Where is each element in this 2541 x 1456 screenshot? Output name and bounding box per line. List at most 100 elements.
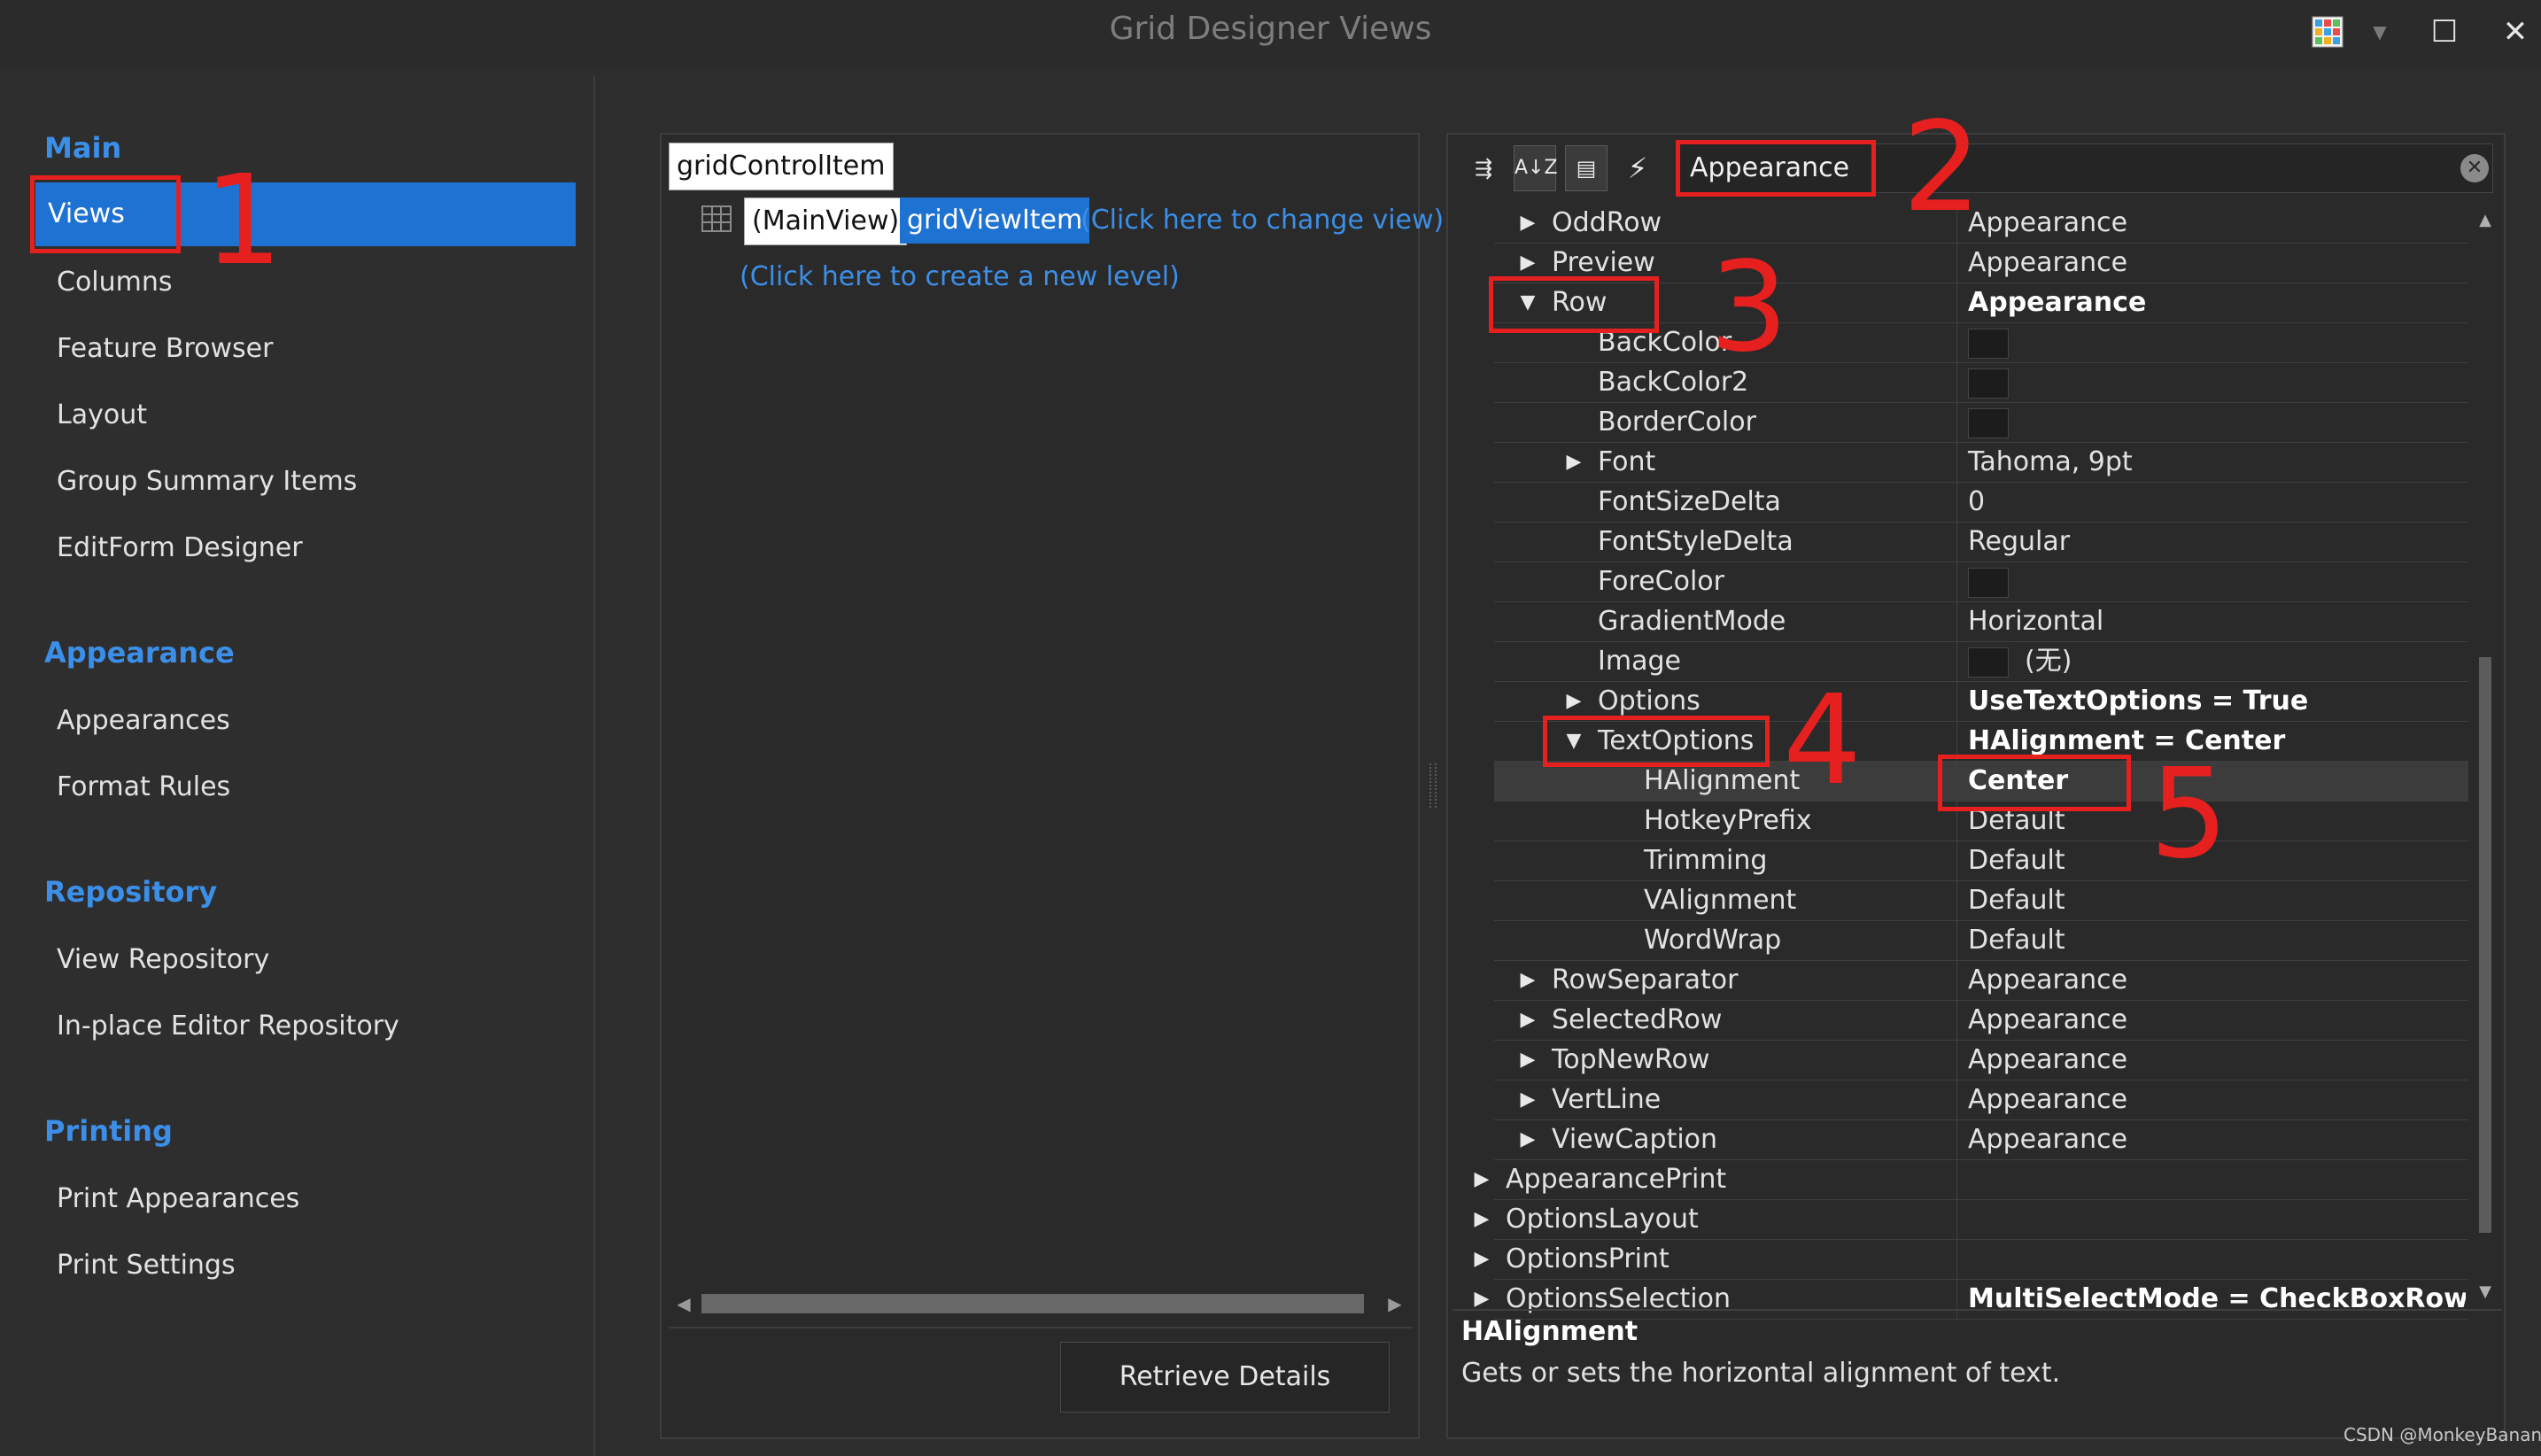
property-value[interactable]: Default <box>1956 881 2466 921</box>
property-value[interactable] <box>1956 1240 2466 1280</box>
property-row[interactable]: ▶ ViewCaption Appearance <box>1494 1120 2468 1160</box>
property-row[interactable]: ▶ TopNewRow Appearance <box>1494 1041 2468 1080</box>
splitter-grip[interactable] <box>1429 763 1437 808</box>
scroll-right-icon[interactable]: ▶ <box>1384 1289 1406 1319</box>
sidebar-item-print-settings[interactable]: Print Settings <box>44 1234 549 1297</box>
property-value[interactable]: Horizontal <box>1956 602 2466 642</box>
property-pages-icon[interactable]: ▤ <box>1565 145 1607 191</box>
scroll-up-icon[interactable]: ▲ <box>2475 209 2495 232</box>
tree-root-node[interactable]: gridControlItem <box>669 143 894 190</box>
sidebar-item-layout[interactable]: Layout <box>44 383 549 447</box>
property-row[interactable]: FontStyleDelta Regular <box>1494 523 2468 562</box>
expand-arrow-icon[interactable]: ▶ <box>1515 1041 1541 1080</box>
maximize-button[interactable]: ☐ <box>2422 12 2467 51</box>
sidebar-item-group-summary-items[interactable]: Group Summary Items <box>44 450 549 514</box>
property-name: OptionsLayout <box>1506 1204 1699 1235</box>
property-value[interactable] <box>1956 323 2466 363</box>
property-row[interactable]: Trimming Default <box>1494 841 2468 881</box>
sort-alphabetical-icon[interactable]: A↓Z <box>1514 145 1558 191</box>
property-value[interactable]: Appearance <box>1956 1080 2466 1120</box>
property-row[interactable]: VAlignment Default <box>1494 881 2468 921</box>
panel-divider <box>669 1327 1413 1328</box>
property-row[interactable]: ▶ OptionsSelection MultiSelectMode = Check… <box>1475 1280 2468 1320</box>
property-row[interactable]: ▶ OptionsLayout <box>1475 1200 2468 1240</box>
property-value[interactable]: Appearance <box>1956 1120 2466 1160</box>
level-designer-panel <box>660 133 1420 1439</box>
sidebar-item-format-rules[interactable]: Format Rules <box>44 755 549 819</box>
scroll-left-icon[interactable]: ◀ <box>673 1289 694 1319</box>
sidebar-item-columns[interactable]: Columns <box>44 251 549 314</box>
annotation-box-center <box>1938 755 2131 811</box>
property-row[interactable]: WordWrap Default <box>1494 921 2468 961</box>
annotation-number-4: 4 <box>1783 669 1863 813</box>
property-row[interactable]: ▶ SelectedRow Appearance <box>1494 1001 2468 1041</box>
vertical-scrollbar-thumb[interactable] <box>2479 657 2491 1233</box>
change-view-link[interactable]: (Click here to change view) <box>1081 197 1444 244</box>
property-row[interactable]: ▶ AppearancePrint <box>1475 1160 2468 1200</box>
property-name: OptionsPrint <box>1506 1243 1669 1274</box>
property-value[interactable] <box>1956 1200 2466 1240</box>
property-value[interactable]: Default <box>1956 921 2466 961</box>
property-name: WordWrap <box>1644 925 1782 956</box>
expand-arrow-icon[interactable]: ▶ <box>1468 1200 1495 1240</box>
events-lightning-icon[interactable]: ⚡ <box>1616 145 1659 191</box>
retrieve-details-button[interactable]: Retrieve Details <box>1060 1342 1390 1413</box>
scroll-down-icon[interactable]: ▼ <box>2475 1281 2495 1304</box>
sidebar-item-appearances[interactable]: Appearances <box>44 689 549 753</box>
property-value[interactable]: Appearance <box>1956 1041 2466 1080</box>
sidebar-item-inplace-editor-repository[interactable]: In-place Editor Repository <box>44 995 549 1058</box>
property-row[interactable]: Image (无) <box>1494 642 2468 682</box>
layout-grid-icon[interactable] <box>2312 16 2343 48</box>
property-row[interactable]: BackColor2 <box>1494 363 2468 403</box>
property-row[interactable]: GradientMode Horizontal <box>1494 602 2468 642</box>
property-row[interactable]: ▶ RowSeparator Appearance <box>1494 961 2468 1001</box>
property-value[interactable]: Appearance <box>1956 1001 2466 1041</box>
property-value[interactable]: UseTextOptions = True <box>1956 682 2466 722</box>
property-row[interactable]: BorderColor <box>1494 403 2468 443</box>
expand-arrow-icon[interactable]: ▶ <box>1515 1080 1541 1120</box>
expand-arrow-icon[interactable]: ▶ <box>1515 961 1541 1001</box>
close-button[interactable]: ✕ <box>2493 12 2537 51</box>
categorized-icon[interactable]: ⇶ <box>1462 145 1505 191</box>
property-value[interactable]: 0 <box>1956 483 2466 523</box>
property-value[interactable] <box>1956 363 2466 403</box>
sidebar-item-feature-browser[interactable]: Feature Browser <box>44 317 549 381</box>
expand-arrow-icon[interactable]: ▶ <box>1468 1240 1495 1280</box>
main-view-label[interactable]: (MainView) <box>744 197 908 245</box>
scrollbar-thumb[interactable] <box>701 1294 1364 1313</box>
expand-arrow-icon[interactable]: ▶ <box>1515 1120 1541 1160</box>
property-value[interactable] <box>1956 403 2466 443</box>
color-swatch <box>1968 647 2009 678</box>
sidebar-item-print-appearances[interactable]: Print Appearances <box>44 1167 549 1231</box>
property-value[interactable]: Appearance <box>1956 204 2466 244</box>
annotation-number-3: 3 <box>1709 236 1789 380</box>
property-value[interactable]: (无) <box>1956 642 2466 682</box>
create-level-link[interactable]: (Click here to create a new level) <box>740 254 1180 300</box>
description-title: HAlignment <box>1461 1316 1638 1347</box>
sidebar-item-editform-designer[interactable]: EditForm Designer <box>44 516 549 580</box>
expand-arrow-icon[interactable]: ▶ <box>1515 204 1541 244</box>
expand-arrow-icon[interactable]: ▶ <box>1561 443 1587 483</box>
clear-search-icon[interactable]: ✕ <box>2460 154 2489 182</box>
property-row[interactable]: ▶ OptionsPrint <box>1475 1240 2468 1280</box>
grid-view-item[interactable]: gridViewItem <box>900 197 1090 244</box>
nav-heading-repository: Repository <box>44 875 218 909</box>
property-value[interactable]: Regular <box>1956 523 2466 562</box>
property-row[interactable]: FontSizeDelta 0 <box>1494 483 2468 523</box>
expand-arrow-icon[interactable]: ▶ <box>1515 1001 1541 1041</box>
chevron-down-icon[interactable]: ▼ <box>2367 12 2393 51</box>
property-value[interactable]: Appearance <box>1956 961 2466 1001</box>
property-row[interactable]: ▶ Font Tahoma, 9pt <box>1494 443 2468 483</box>
property-value[interactable]: Appearance <box>1956 283 2466 323</box>
property-row[interactable]: ForeColor <box>1494 562 2468 602</box>
property-value[interactable] <box>1956 1160 2466 1200</box>
property-value[interactable] <box>1956 562 2466 602</box>
property-value[interactable]: MultiSelectMode = CheckBoxRowSel <box>1956 1280 2466 1320</box>
property-value[interactable]: Tahoma, 9pt <box>1956 443 2466 483</box>
property-row[interactable]: ▶ VertLine Appearance <box>1494 1080 2468 1120</box>
annotation-box-textoptions <box>1543 716 1770 767</box>
expand-arrow-icon[interactable]: ▶ <box>1468 1160 1495 1200</box>
property-value[interactable]: Appearance <box>1956 244 2466 283</box>
sidebar-item-view-repository[interactable]: View Repository <box>44 928 549 992</box>
property-name: Font <box>1598 446 1656 477</box>
